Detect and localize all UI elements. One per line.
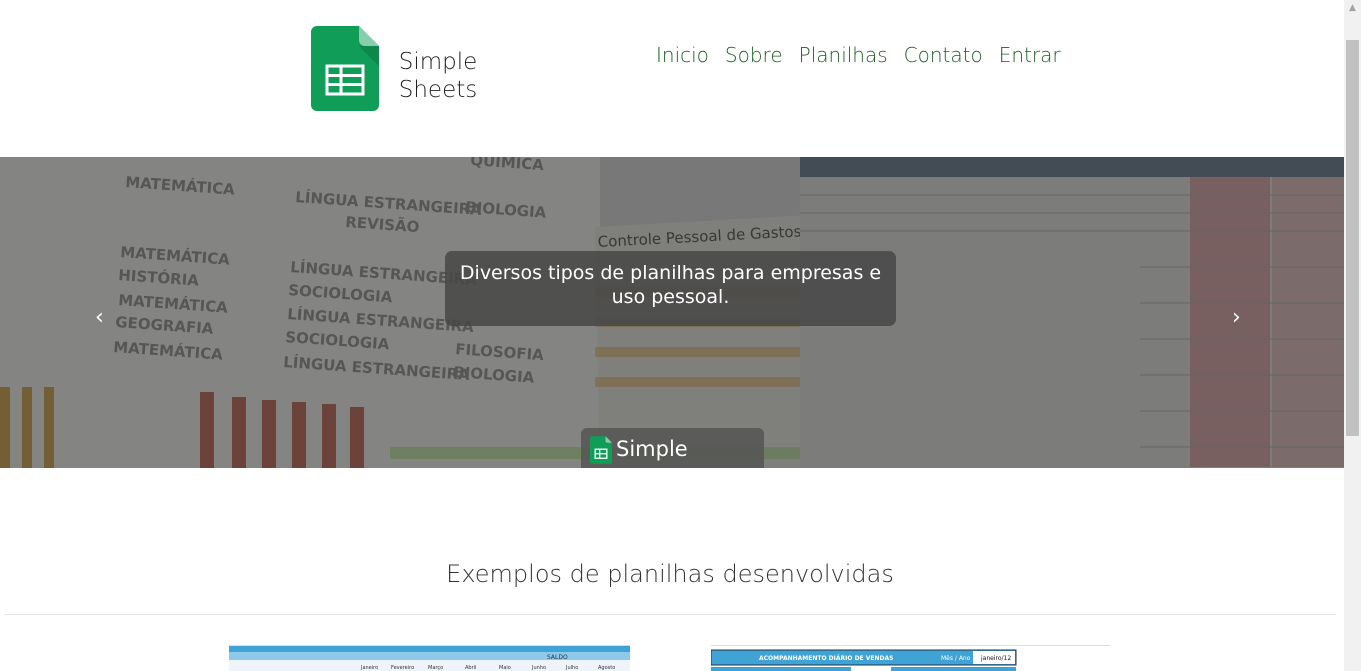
nav-entrar[interactable]: Entrar	[991, 40, 1069, 70]
thumbnail-image: SALDO Janeiro Fevereiro Março Abril Maio…	[229, 646, 630, 671]
main-nav: Inicio Sobre Planilhas Contato Entrar	[648, 40, 1069, 70]
carousel-caption: Diversos tipos de planilhas para empresa…	[445, 251, 896, 326]
thumb-month: Março	[428, 665, 443, 671]
nav-sobre[interactable]: Sobre	[717, 40, 791, 70]
brand-line2: Sheets	[398, 77, 478, 103]
hero-carousel: MATEMÁTICA LÍNGUA ESTRANGEIRA BIOLOGIA R…	[0, 157, 1344, 468]
nav-contato[interactable]: Contato	[896, 40, 991, 70]
section-divider	[4, 614, 1336, 615]
carousel-prev-icon[interactable]: ‹	[95, 305, 104, 331]
badge-label: Simple Sheets	[616, 437, 688, 461]
thumb2-value: janeiro/12	[980, 655, 1011, 662]
thumb-month: Agosto	[598, 665, 615, 671]
scroll-up-icon[interactable]: ▲	[1344, 0, 1361, 17]
thumb-month: Maio	[499, 665, 511, 671]
site-header: Simple Sheets Inicio Sobre Planilhas Con…	[0, 0, 1344, 157]
spreadsheet-thumbnail-1[interactable]: SALDO Janeiro Fevereiro Março Abril Maio…	[229, 645, 630, 671]
thumb-month: Junho	[531, 665, 546, 671]
thumb-month: Abril	[465, 665, 476, 671]
thumb-month: Fevereiro	[391, 665, 414, 671]
sheets-logo-icon	[590, 436, 612, 464]
carousel-brand-badge: Simple Sheets	[581, 428, 764, 468]
thumbnail-image: ACOMPANHAMENTO DIÁRIO DE VENDAS Mês / An…	[711, 649, 1017, 671]
nav-planilhas[interactable]: Planilhas	[791, 40, 896, 70]
section-title: Exemplos de planilhas desenvolvidas	[446, 560, 894, 588]
scrollbar-thumb[interactable]	[1346, 40, 1359, 436]
sheets-logo-icon[interactable]	[311, 26, 379, 111]
carousel-next-icon[interactable]: ›	[1232, 305, 1241, 331]
brand-name[interactable]: Simple Sheets	[386, 48, 490, 104]
spreadsheet-thumbnail-2[interactable]: ACOMPANHAMENTO DIÁRIO DE VENDAS Mês / An…	[711, 645, 1110, 671]
thumb2-header: ACOMPANHAMENTO DIÁRIO DE VENDAS	[759, 655, 893, 662]
nav-inicio[interactable]: Inicio	[648, 40, 717, 70]
thumb-header: SALDO	[547, 654, 568, 661]
page-scrollbar[interactable]: ▲	[1344, 0, 1361, 671]
thumb-month: Janeiro	[360, 665, 378, 671]
thumb2-label: Mês / Ano	[941, 655, 971, 662]
brand-line1: Simple	[398, 49, 478, 75]
thumb-month: Julho	[565, 665, 578, 671]
